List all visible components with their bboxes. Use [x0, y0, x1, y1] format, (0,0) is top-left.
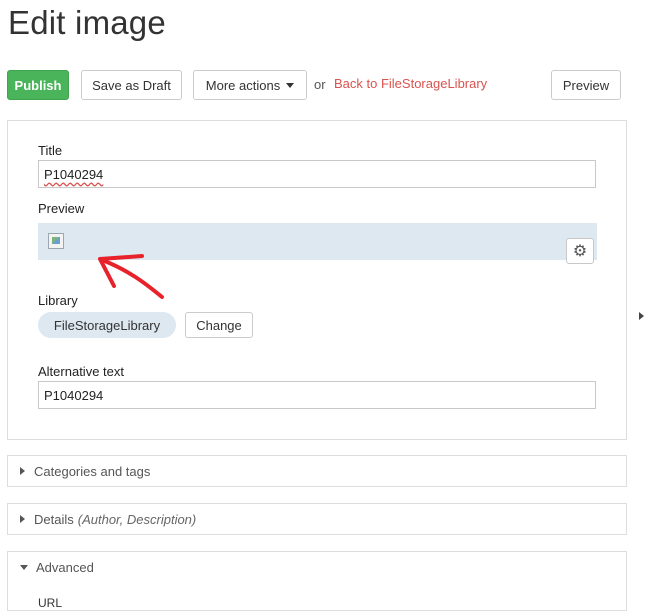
alt-text-input[interactable]: P1040294	[38, 381, 596, 409]
publish-button[interactable]: Publish	[7, 70, 69, 100]
categories-tags-section[interactable]: Categories and tags	[7, 455, 627, 487]
title-label: Title	[38, 143, 63, 158]
change-library-button[interactable]: Change	[185, 312, 253, 338]
image-settings-button[interactable]: ⚙	[566, 238, 594, 264]
collapse-icon	[20, 565, 28, 570]
preview-label: Preview	[38, 201, 85, 216]
or-text: or	[314, 77, 326, 92]
alt-text-label: Alternative text	[38, 364, 124, 379]
save-draft-button[interactable]: Save as Draft	[81, 70, 182, 100]
details-hint: (Author, Description)	[77, 511, 197, 527]
library-label: Library	[38, 293, 78, 308]
expand-icon	[20, 515, 25, 523]
advanced-label: Advanced	[36, 560, 94, 575]
preview-button[interactable]: Preview	[551, 70, 621, 100]
broken-image-icon	[48, 233, 64, 249]
annotation-arrow	[98, 254, 164, 299]
chevron-down-icon	[286, 82, 295, 88]
more-actions-label: More actions	[205, 77, 281, 93]
action-toolbar: Publish Save as Draft More actions or Ba…	[7, 70, 621, 100]
gear-icon: ⚙	[572, 243, 588, 260]
sidebar-toggle-icon[interactable]	[639, 312, 644, 320]
more-actions-dropdown[interactable]: More actions	[193, 70, 307, 100]
library-chip: FileStorageLibrary	[38, 312, 176, 338]
advanced-url-label: URL	[38, 596, 63, 610]
details-label: Details	[34, 511, 74, 527]
page-title: Edit image	[8, 4, 166, 41]
alt-text-value: P1040294	[44, 387, 104, 403]
advanced-section[interactable]: Advanced	[7, 551, 627, 611]
expand-icon	[20, 467, 25, 475]
details-section[interactable]: Details (Author, Description)	[7, 503, 627, 535]
back-to-library-link[interactable]: Back to FileStorageLibrary	[334, 76, 487, 91]
categories-tags-label: Categories and tags	[34, 463, 151, 479]
title-input[interactable]: P1040294	[38, 160, 596, 188]
title-value: P1040294	[44, 166, 104, 182]
